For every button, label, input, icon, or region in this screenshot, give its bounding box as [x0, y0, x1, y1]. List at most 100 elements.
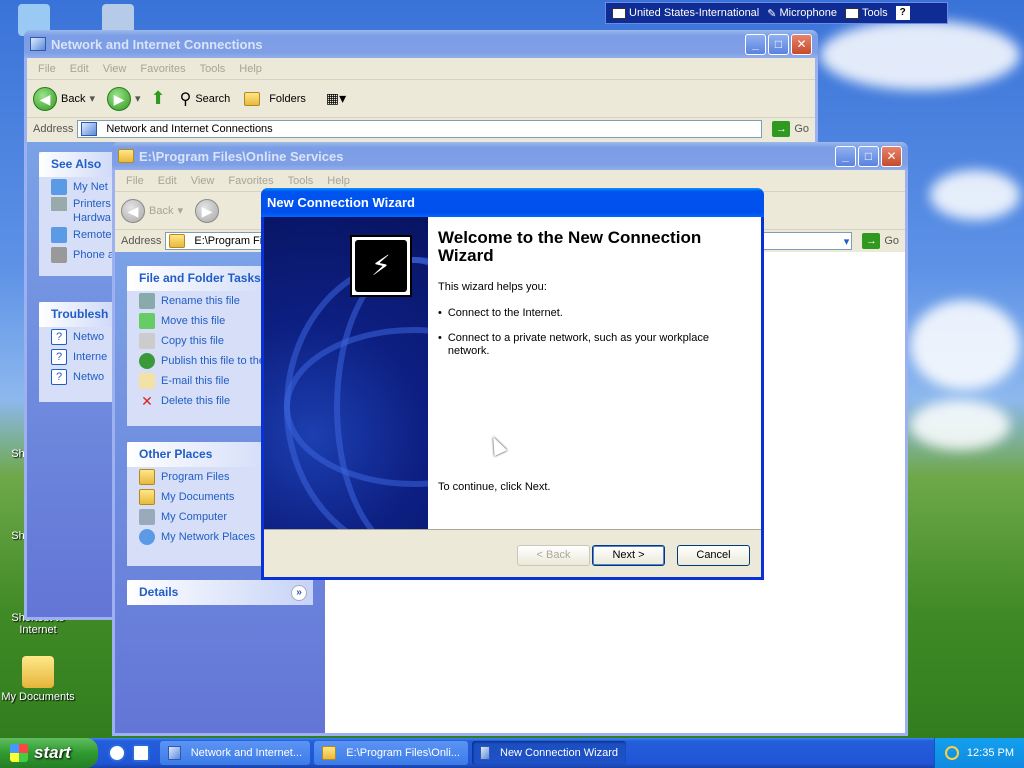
minimize-button[interactable]: _	[835, 145, 856, 167]
next-button[interactable]: Next >	[592, 545, 665, 566]
menu-tools[interactable]: Tools	[193, 63, 233, 75]
windows-logo-icon	[10, 744, 28, 762]
internet-explorer-icon[interactable]	[108, 744, 126, 762]
menu-file[interactable]: File	[31, 63, 63, 75]
wizard-bullet: • Connect to the Internet.	[438, 307, 563, 319]
clock[interactable]: 12:35 PM	[967, 747, 1014, 759]
taskbar-item-wizard[interactable]: New Connection Wizard	[472, 741, 626, 765]
expand-chevron-icon[interactable]: »	[291, 584, 307, 601]
chevron-down-icon[interactable]: ▾	[89, 92, 95, 105]
back-arrow-icon[interactable]: ◀	[33, 86, 57, 111]
forward-arrow-icon[interactable]: ▶	[195, 198, 219, 223]
tools-icon	[844, 7, 859, 19]
quick-launch	[98, 744, 160, 762]
folders-button[interactable]: Folders	[269, 93, 306, 105]
rename-icon	[139, 293, 155, 309]
cloud	[910, 300, 1020, 390]
network-icon	[51, 179, 67, 195]
chevron-down-icon[interactable]: ▾	[844, 235, 850, 248]
menu-help[interactable]: Help	[320, 175, 357, 187]
menu-help[interactable]: Help	[232, 63, 269, 75]
back-arrow-icon[interactable]: ◀	[121, 198, 145, 223]
menu-favorites[interactable]: Favorites	[221, 175, 280, 187]
views-icon[interactable]: ▦▾	[326, 90, 346, 107]
title-bar[interactable]: New Connection Wizard	[261, 188, 764, 217]
menu-view[interactable]: View	[96, 63, 134, 75]
taskbar-item-program-files[interactable]: E:\Program Files\Onli...	[314, 741, 468, 765]
microphone-icon: ✎	[767, 7, 777, 20]
back-button[interactable]: Back	[149, 205, 173, 217]
back-button[interactable]: < Back	[517, 545, 590, 566]
address-bar: Address Network and Internet Connections…	[27, 118, 815, 140]
title-bar[interactable]: E:\Program Files\Online Services _ □ ✕	[112, 142, 908, 170]
microphone-button[interactable]: ✎ Microphone	[767, 7, 837, 20]
phone-icon	[51, 247, 67, 263]
wizard-content: Welcome to the New Connection Wizard Thi…	[428, 217, 761, 529]
go-arrow-icon: →	[772, 121, 791, 137]
toolbar: ◀ Back ▾ ▶ ▾ ⬆ ⚲ Search Folders ▦▾	[27, 80, 815, 118]
help-icon: ?	[51, 329, 67, 345]
bullet-icon: •	[438, 307, 442, 319]
cancel-button[interactable]: Cancel	[677, 545, 750, 566]
show-desktop-icon[interactable]	[132, 744, 150, 762]
wizard-heading: Welcome to the New Connection Wizard	[438, 228, 702, 265]
system-tray: 12:35 PM	[934, 738, 1024, 768]
network-cable-icon: ⚡	[350, 235, 412, 297]
network-icon	[81, 122, 98, 136]
network-places-icon	[139, 529, 155, 545]
folders-icon[interactable]	[244, 91, 261, 106]
network-icon	[30, 37, 46, 51]
go-arrow-icon: →	[862, 233, 881, 249]
tools-button[interactable]: Tools	[844, 7, 888, 19]
maximize-button[interactable]: □	[768, 33, 789, 55]
search-icon[interactable]	[944, 746, 959, 760]
close-button[interactable]: ✕	[881, 145, 902, 167]
help-icon: ?	[51, 349, 67, 365]
title-bar[interactable]: Network and Internet Connections _ □ ✕	[24, 30, 818, 58]
details-panel: Details »	[127, 580, 313, 605]
wizard-button-bar: < Back Next > Cancel	[264, 529, 761, 577]
folder-icon	[139, 469, 155, 485]
language-selector[interactable]: United States-International	[612, 7, 759, 19]
folder-icon	[322, 746, 337, 760]
network-icon	[168, 746, 181, 760]
email-icon	[139, 373, 155, 389]
menu-tools[interactable]: Tools	[281, 175, 321, 187]
close-button[interactable]: ✕	[791, 33, 812, 55]
up-folder-icon[interactable]: ⬆	[151, 88, 166, 109]
wizard-intro: This wizard helps you:	[438, 281, 547, 293]
language-bar: United States-International ✎ Microphone…	[605, 2, 948, 24]
remote-icon	[51, 227, 67, 243]
forward-arrow-icon[interactable]: ▶	[107, 86, 131, 111]
menu-file[interactable]: File	[119, 175, 151, 187]
menu-edit[interactable]: Edit	[151, 175, 184, 187]
menu-bar: File Edit View Favorites Tools Help	[27, 58, 815, 80]
computer-icon	[139, 509, 155, 525]
folder-icon	[118, 149, 134, 163]
search-icon[interactable]: ⚲	[180, 89, 192, 109]
menu-favorites[interactable]: Favorites	[133, 63, 192, 75]
minimize-button[interactable]: _	[745, 33, 766, 55]
printer-icon	[51, 197, 67, 211]
folder-icon	[169, 234, 186, 248]
search-button[interactable]: Search	[195, 93, 230, 105]
chevron-down-icon[interactable]: ▾	[177, 204, 183, 217]
cloud	[930, 170, 1020, 220]
continue-instructions: To continue, click Next.	[438, 481, 551, 493]
back-button[interactable]: Back	[61, 93, 85, 105]
menu-view[interactable]: View	[184, 175, 222, 187]
chevron-down-icon[interactable]: ▾	[135, 92, 141, 105]
help-button[interactable]: ?	[895, 6, 910, 20]
go-button[interactable]: → Go	[766, 121, 815, 137]
maximize-button[interactable]: □	[858, 145, 879, 167]
address-field[interactable]: Network and Internet Connections	[77, 120, 763, 138]
move-icon	[139, 313, 155, 329]
start-button[interactable]: start	[0, 738, 98, 768]
go-button[interactable]: → Go	[856, 233, 905, 249]
wizard-bullet: • Connect to a private network, such as y…	[438, 332, 709, 357]
new-connection-wizard-dialog: New Connection Wizard ⚡ Welcome to the N…	[261, 188, 764, 580]
details-header[interactable]: Details »	[127, 580, 313, 605]
desktop-icon-my-documents[interactable]: My Documents	[0, 656, 76, 703]
taskbar-item-network[interactable]: Network and Internet...	[160, 741, 310, 765]
menu-edit[interactable]: Edit	[63, 63, 96, 75]
